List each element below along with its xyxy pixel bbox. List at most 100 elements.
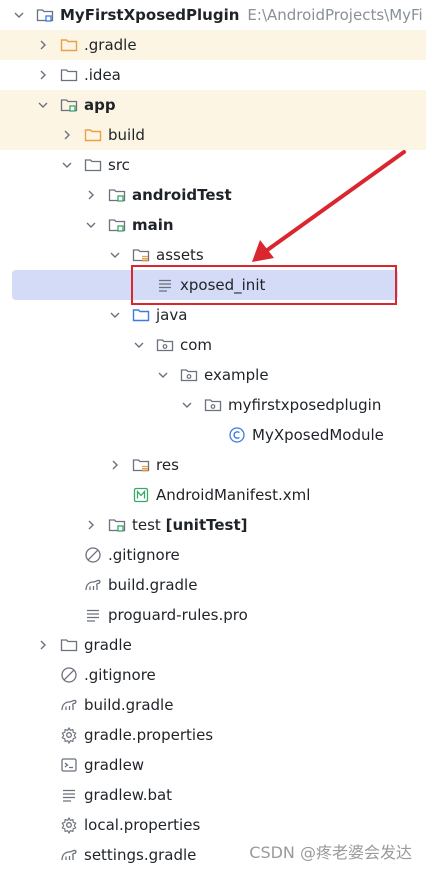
tree-row-res[interactable]: res [0, 450, 426, 480]
tree-label: AndroidManifest.xml [156, 486, 311, 504]
chevron-right-icon[interactable] [36, 38, 50, 52]
tree-label: myfirstxposedplugin [228, 396, 382, 414]
tree-label: build [108, 126, 145, 144]
source-set-tag: [unitTest] [165, 516, 248, 534]
folder-icon [60, 66, 78, 84]
tree-row-gradle-dir[interactable]: .gradle [0, 30, 426, 60]
ignore-file-icon [60, 666, 78, 684]
project-tree: MyFirstXposedPlugin E:\AndroidProjects\My… [0, 0, 426, 870]
tree-label: app [84, 96, 116, 114]
folder-icon [60, 636, 78, 654]
tree-label: src [108, 156, 130, 174]
tree-label: .gitignore [108, 546, 180, 564]
tree-label: main [132, 216, 174, 234]
tree-label: test [unitTest] [132, 516, 248, 534]
class-icon [228, 426, 246, 444]
source-set-folder-icon [108, 186, 126, 204]
chevron-down-icon[interactable] [60, 158, 74, 172]
tree-row-proguard[interactable]: proguard-rules.pro [0, 600, 426, 630]
tree-row-idea[interactable]: .idea [0, 60, 426, 90]
tree-label: .idea [84, 66, 121, 84]
tree-label: .gitignore [84, 666, 156, 684]
settings-gear-icon [60, 726, 78, 744]
tree-row-androidtest[interactable]: androidTest [0, 180, 426, 210]
package-icon [204, 396, 222, 414]
resources-folder-icon [132, 246, 150, 264]
tree-row-root-gitignore[interactable]: .gitignore [0, 660, 426, 690]
module-folder-icon [36, 6, 54, 24]
tree-label: assets [156, 246, 204, 264]
chevron-right-icon[interactable] [36, 638, 50, 652]
gradle-icon [60, 696, 78, 714]
tree-label: MyXposedModule [252, 426, 384, 444]
tree-row-build[interactable]: build [0, 120, 426, 150]
gradle-icon [60, 846, 78, 864]
settings-gear-icon [60, 816, 78, 834]
tree-label: androidTest [132, 186, 232, 204]
tree-row-local-properties[interactable]: local.properties [0, 810, 426, 840]
chevron-down-icon[interactable] [84, 218, 98, 232]
project-path: E:\AndroidProjects\MyFi [247, 6, 423, 24]
chevron-right-icon[interactable] [84, 188, 98, 202]
tree-row-gradlew-bat[interactable]: gradlew.bat [0, 780, 426, 810]
tree-row-android-manifest[interactable]: AndroidManifest.xml [0, 480, 426, 510]
tree-row-myxposedmodule[interactable]: MyXposedModule [0, 420, 426, 450]
chevron-right-icon[interactable] [108, 458, 122, 472]
source-set-folder-icon [108, 216, 126, 234]
project-name: MyFirstXposedPlugin E:\AndroidProjects\My… [60, 6, 423, 24]
chevron-down-icon[interactable] [36, 98, 50, 112]
package-icon [156, 336, 174, 354]
tree-label: example [204, 366, 269, 384]
tree-label: build.gradle [84, 696, 174, 714]
tree-label: java [156, 306, 188, 324]
tree-row-gradlew[interactable]: gradlew [0, 750, 426, 780]
watermark: CSDN @疼老婆会发达 [249, 843, 412, 862]
tree-label: gradlew.bat [84, 786, 173, 804]
text-file-icon [60, 786, 78, 804]
text-file-icon [84, 606, 102, 624]
tree-label: settings.gradle [84, 846, 197, 864]
chevron-down-icon[interactable] [108, 308, 122, 322]
gradle-icon [84, 576, 102, 594]
annotation-highlight-box [131, 265, 397, 305]
excluded-folder-icon [60, 36, 78, 54]
tree-label: gradle [84, 636, 132, 654]
tree-label: gradlew [84, 756, 145, 774]
tree-label: proguard-rules.pro [108, 606, 248, 624]
tree-row-myfirstxposedplugin[interactable]: myfirstxposedplugin [0, 390, 426, 420]
tree-row-test[interactable]: test [unitTest] [0, 510, 426, 540]
package-icon [180, 366, 198, 384]
chevron-right-icon[interactable] [60, 128, 74, 142]
tree-row-com[interactable]: com [0, 330, 426, 360]
source-folder-icon [132, 306, 150, 324]
tree-row-root-build-gradle[interactable]: build.gradle [0, 690, 426, 720]
tree-label: local.properties [84, 816, 201, 834]
ignore-file-icon [84, 546, 102, 564]
chevron-down-icon[interactable] [108, 248, 122, 262]
tree-label: build.gradle [108, 576, 198, 594]
tree-row-app[interactable]: app [0, 90, 426, 120]
chevron-down-icon[interactable] [132, 338, 146, 352]
chevron-right-icon[interactable] [36, 68, 50, 82]
chevron-right-icon[interactable] [84, 518, 98, 532]
tree-label: .gradle [84, 36, 137, 54]
tree-row-project-root[interactable]: MyFirstXposedPlugin E:\AndroidProjects\My… [0, 0, 426, 30]
tree-row-gradle[interactable]: gradle [0, 630, 426, 660]
terminal-icon [60, 756, 78, 774]
tree-label: gradle.properties [84, 726, 214, 744]
manifest-icon [132, 486, 150, 504]
tree-label: res [156, 456, 179, 474]
chevron-down-icon[interactable] [156, 368, 170, 382]
tree-row-app-gitignore[interactable]: .gitignore [0, 540, 426, 570]
folder-icon [84, 156, 102, 174]
tree-row-src[interactable]: src [0, 150, 426, 180]
tree-row-app-build-gradle[interactable]: build.gradle [0, 570, 426, 600]
chevron-down-icon[interactable] [180, 398, 194, 412]
module-folder-icon [60, 96, 78, 114]
chevron-down-icon[interactable] [12, 8, 26, 22]
tree-row-example[interactable]: example [0, 360, 426, 390]
excluded-folder-icon [84, 126, 102, 144]
tree-row-main[interactable]: main [0, 210, 426, 240]
tree-label: com [180, 336, 213, 354]
tree-row-gradle-properties[interactable]: gradle.properties [0, 720, 426, 750]
